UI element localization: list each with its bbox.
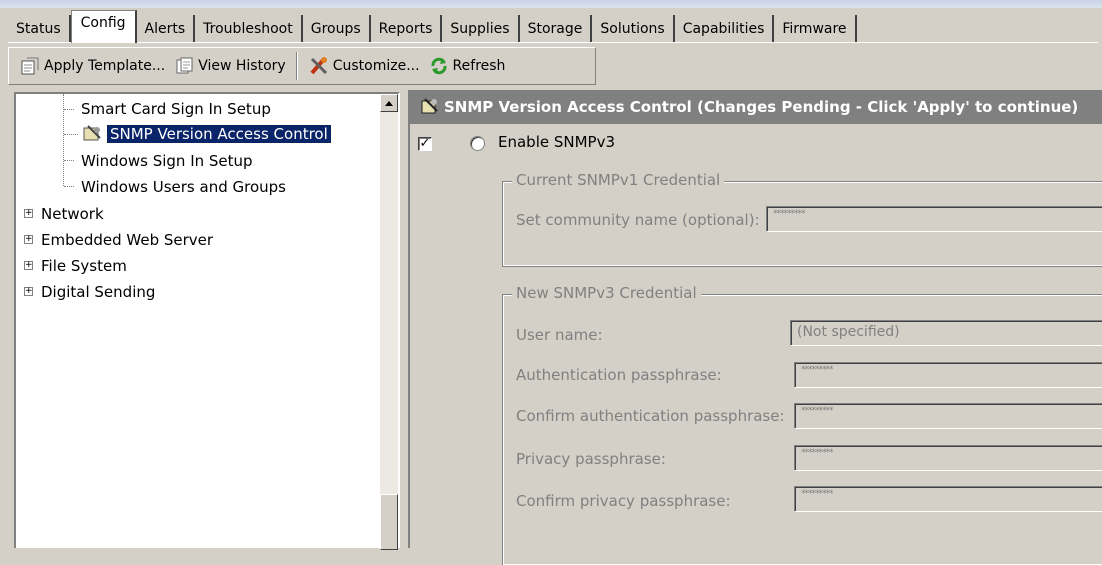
confirm-privacy-passphrase-label: Confirm privacy passphrase: bbox=[516, 492, 731, 510]
tab-troubleshoot[interactable]: Troubleshoot bbox=[195, 15, 303, 43]
snmp-settings-panel: SNMP Version Access Control (Changes Pen… bbox=[408, 90, 1102, 565]
tree-item-embedded-web-server[interactable]: Embedded Web Server bbox=[38, 228, 216, 252]
privacy-passphrase-label: Privacy passphrase: bbox=[516, 450, 666, 468]
tab-bar: Status Config Alerts Troubleshoot Groups… bbox=[8, 9, 1098, 43]
customize-label: Customize... bbox=[332, 58, 420, 74]
tree-item-label: Network bbox=[41, 205, 104, 223]
user-name-label: User name: bbox=[516, 326, 603, 344]
expand-icon[interactable]: + bbox=[24, 261, 33, 270]
tab-firmware[interactable]: Firmware bbox=[774, 15, 857, 43]
tree-item-windows-sign-in[interactable]: Windows Sign In Setup bbox=[78, 149, 256, 173]
view-history-label: View History bbox=[198, 58, 286, 74]
apply-template-button[interactable]: Apply Template... bbox=[15, 51, 169, 81]
panel-title: SNMP Version Access Control (Changes Pen… bbox=[444, 98, 1079, 116]
expand-icon[interactable]: + bbox=[24, 287, 33, 296]
window-top-strip bbox=[0, 0, 1102, 8]
enable-snmpv3-label: Enable SNMPv3 bbox=[498, 133, 616, 151]
new-snmpv3-group-title: New SNMPv3 Credential bbox=[512, 284, 701, 302]
expand-icon[interactable]: + bbox=[24, 209, 33, 218]
current-snmpv1-group-title: Current SNMPv1 Credential bbox=[512, 171, 725, 189]
tree-connector bbox=[64, 186, 74, 187]
tree-connector bbox=[63, 94, 64, 186]
toolbar-separator bbox=[295, 52, 298, 80]
tab-status[interactable]: Status bbox=[8, 15, 71, 43]
tree-item-label: SNMP Version Access Control bbox=[106, 124, 332, 144]
panel-header: SNMP Version Access Control (Changes Pen… bbox=[410, 90, 1102, 124]
enable-snmpv3-radio[interactable] bbox=[470, 136, 485, 151]
tree-item-label: Windows Sign In Setup bbox=[81, 152, 253, 170]
tab-supplies[interactable]: Supplies bbox=[442, 15, 520, 43]
tools-icon bbox=[310, 57, 327, 75]
refresh-label: Refresh bbox=[452, 58, 506, 74]
confirm-privacy-passphrase-field[interactable]: ********* bbox=[794, 486, 1102, 512]
tab-capabilities[interactable]: Capabilities bbox=[675, 15, 775, 43]
toolbar: Apply Template... View History Customize… bbox=[8, 47, 596, 85]
refresh-icon bbox=[431, 57, 447, 75]
config-tree[interactable]: Smart Card Sign In Setup SNMP Version Ac… bbox=[14, 92, 400, 550]
tab-solutions[interactable]: Solutions bbox=[592, 15, 675, 43]
tree-item-digital-sending[interactable]: Digital Sending bbox=[38, 280, 158, 304]
tree-connector bbox=[64, 160, 74, 161]
tree-item-label: Embedded Web Server bbox=[41, 231, 214, 249]
tree-item-label: Digital Sending bbox=[41, 283, 156, 301]
scrollbar-thumb[interactable] bbox=[380, 494, 398, 550]
template-icon bbox=[21, 57, 39, 75]
tree-scrollbar[interactable] bbox=[380, 94, 398, 550]
expand-icon[interactable]: + bbox=[24, 235, 33, 244]
user-name-field[interactable]: (Not specified) bbox=[790, 320, 1102, 346]
tree-item-label: Smart Card Sign In Setup bbox=[81, 100, 271, 118]
tree-item-file-system[interactable]: File System bbox=[38, 254, 130, 278]
tab-alerts[interactable]: Alerts bbox=[137, 15, 196, 43]
tree-connector bbox=[64, 109, 74, 110]
tree-item-network[interactable]: Network bbox=[38, 202, 107, 226]
tree-item-snmp-version-access-control[interactable]: SNMP Version Access Control bbox=[82, 122, 332, 146]
community-name-field[interactable]: ********* bbox=[766, 206, 1102, 232]
tab-groups[interactable]: Groups bbox=[303, 15, 371, 43]
customize-button[interactable]: Customize... bbox=[304, 51, 424, 81]
privacy-passphrase-field[interactable]: ********* bbox=[794, 445, 1102, 471]
view-history-button[interactable]: View History bbox=[169, 51, 289, 81]
tree-item-label: Windows Users and Groups bbox=[81, 178, 286, 196]
community-name-label: Set community name (optional): bbox=[516, 211, 760, 229]
tab-storage[interactable]: Storage bbox=[520, 15, 593, 43]
tab-config[interactable]: Config bbox=[70, 10, 137, 43]
apply-template-label: Apply Template... bbox=[44, 58, 166, 74]
confirm-authentication-passphrase-label: Confirm authentication passphrase: bbox=[516, 407, 785, 425]
tree-item-label: File System bbox=[41, 257, 127, 275]
tree-item-smart-card-sign-in[interactable]: Smart Card Sign In Setup bbox=[78, 97, 274, 121]
refresh-button[interactable]: Refresh bbox=[424, 51, 510, 81]
confirm-authentication-passphrase-field[interactable]: ********* bbox=[794, 403, 1102, 429]
scroll-up-button[interactable] bbox=[380, 94, 398, 112]
up-arrow-icon bbox=[385, 100, 393, 106]
tab-reports[interactable]: Reports bbox=[371, 15, 443, 43]
snmp-settings-icon bbox=[421, 98, 438, 114]
apply-setting-checkbox[interactable]: ✓ bbox=[418, 137, 432, 151]
authentication-passphrase-label: Authentication passphrase: bbox=[516, 366, 722, 384]
snmp-settings-icon bbox=[83, 125, 101, 141]
history-icon bbox=[176, 57, 193, 74]
authentication-passphrase-field[interactable]: ********* bbox=[794, 362, 1102, 388]
tree-connector bbox=[64, 134, 78, 135]
tree-item-windows-users-and-groups[interactable]: Windows Users and Groups bbox=[78, 175, 289, 199]
